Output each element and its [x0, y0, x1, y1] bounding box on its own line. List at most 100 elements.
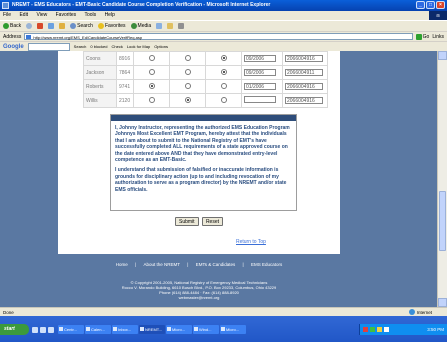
history-icon[interactable] — [156, 23, 163, 29]
phone-field[interactable]: 2066004916 — [285, 97, 323, 104]
zone-text: Internet — [416, 309, 432, 315]
footer-link-about[interactable]: About the NREMT — [144, 262, 181, 267]
table-row: Coons 8916 09/2006 2066004916 — [83, 51, 328, 66]
search-icon — [70, 23, 77, 29]
address-input[interactable]: http://www.nremt.org/EMS_Ed/CandidateCou… — [24, 33, 413, 40]
status-radio[interactable] — [220, 97, 227, 104]
quicklaunch-outlook-icon[interactable] — [48, 326, 54, 333]
status-radio[interactable] — [148, 97, 155, 104]
home-icon[interactable] — [59, 23, 66, 29]
maximize-button[interactable]: □ — [426, 1, 435, 9]
footer-link-emts[interactable]: EMTs & Candidates — [196, 262, 236, 267]
taskbar-button[interactable]: Micro... — [220, 325, 246, 334]
completion-date-field[interactable]: 09/2006 — [244, 69, 276, 76]
phone-field[interactable]: 2066004916 — [285, 83, 323, 90]
candidate-name: Willis — [83, 93, 117, 108]
scroll-up-button[interactable] — [438, 51, 447, 60]
menu-edit[interactable]: Edit — [19, 12, 28, 18]
taskbar-button[interactable]: Wind... — [193, 325, 219, 334]
quicklaunch-ie-icon[interactable] — [32, 326, 38, 333]
footer-link-home[interactable]: Home — [116, 262, 128, 267]
taskbar-button[interactable]: Centr... — [58, 325, 84, 334]
completion-date-field[interactable]: 01/2006 — [244, 83, 276, 90]
media-button[interactable]: Media — [130, 23, 151, 29]
footer-separator: | — [242, 262, 244, 267]
start-button[interactable]: start — [0, 324, 29, 335]
go-button[interactable]: Go — [415, 33, 429, 40]
back-button[interactable]: Back — [3, 23, 21, 29]
tray-icon[interactable] — [370, 327, 375, 332]
forward-arrow-icon[interactable] — [26, 23, 33, 29]
footer-link-educators[interactable]: EMS Educators — [251, 262, 282, 267]
attestation-warning: I understand that submission of falsifie… — [115, 167, 287, 193]
status-radio[interactable] — [220, 83, 227, 90]
google-lookfor-button[interactable]: Look for Map — [127, 44, 150, 49]
taskbar-button[interactable]: Inbox... — [112, 325, 138, 334]
google-options-button[interactable]: Options — [154, 44, 168, 49]
menu-favorites[interactable]: Favorites — [56, 12, 77, 18]
close-button[interactable]: × — [436, 1, 445, 9]
menu-file[interactable]: File — [3, 12, 11, 18]
vertical-scrollbar[interactable] — [437, 51, 447, 307]
window-titlebar[interactable]: NREMT - EMS Educators - EMT-Basic Candid… — [0, 0, 447, 11]
refresh-icon[interactable] — [48, 23, 55, 29]
clock[interactable]: 3:50 PM — [427, 324, 444, 335]
search-button[interactable]: Search — [70, 23, 93, 29]
google-blocked-button[interactable]: 0 blocked — [90, 44, 107, 49]
favorites-button[interactable]: Favorites — [97, 23, 126, 29]
status-radio[interactable] — [184, 55, 191, 62]
candidate-number: 2120 — [116, 93, 134, 108]
scroll-down-button[interactable] — [438, 298, 447, 307]
completion-date-field[interactable]: 09/2006 — [244, 55, 276, 62]
status-radio[interactable] — [220, 69, 227, 76]
phone-field[interactable]: 2066004911 — [285, 69, 323, 76]
tray-icon[interactable] — [363, 327, 368, 332]
google-search-input[interactable] — [27, 42, 70, 51]
status-radio[interactable] — [148, 83, 155, 90]
scroll-thumb[interactable] — [439, 191, 446, 251]
footer-separator: | — [187, 262, 189, 267]
tray-icon[interactable] — [384, 327, 389, 332]
status-radio[interactable] — [184, 69, 191, 76]
print-icon[interactable] — [178, 23, 185, 29]
page-icon — [26, 35, 32, 39]
system-tray: 3:50 PM — [359, 324, 447, 335]
tray-icon[interactable] — [377, 327, 382, 332]
menu-bar: File Edit View Favorites Tools Help ⊞ — [0, 11, 447, 20]
address-url: http://www.nremt.org/EMS_Ed/CandidateCou… — [33, 35, 143, 40]
table-row: Willis 2120 2066004916 — [83, 93, 328, 108]
candidate-number: 7864 — [116, 65, 134, 80]
minimize-button[interactable]: _ — [416, 1, 425, 9]
status-radio[interactable] — [148, 69, 155, 76]
completion-date-field[interactable] — [244, 96, 276, 103]
mail-icon[interactable] — [167, 23, 174, 29]
email-link[interactable]: webmaster@nremt.org — [58, 295, 340, 300]
return-to-top-link[interactable]: Return to Top — [236, 239, 266, 245]
taskbar-button[interactable]: NREMT... — [139, 325, 165, 334]
links-button[interactable]: Links — [432, 34, 444, 40]
menu-tools[interactable]: Tools — [84, 12, 96, 18]
menu-help[interactable]: Help — [105, 12, 115, 18]
candidate-number: 9741 — [116, 79, 134, 94]
status-radio[interactable] — [184, 83, 191, 90]
status-radio[interactable] — [148, 55, 155, 62]
stop-icon[interactable] — [37, 23, 44, 29]
status-radio[interactable] — [184, 97, 191, 104]
quicklaunch-desktop-icon[interactable] — [40, 326, 46, 333]
window-title: NREMT - EMS Educators - EMT-Basic Candid… — [12, 2, 271, 8]
task-list: Centr... Calen... Inbox... NREMT... Micro...… — [58, 325, 246, 334]
reset-button[interactable]: Reset — [201, 217, 223, 226]
footer-nav: Home | About the NREMT | EMTs & Candidat… — [58, 262, 340, 267]
google-search-button[interactable]: Search — [74, 44, 87, 49]
submit-button[interactable]: Submit — [174, 217, 199, 226]
standard-toolbar: Back Search Favorites Media — [0, 20, 447, 31]
phone-field[interactable]: 2066004916 — [285, 55, 323, 62]
taskbar-button[interactable]: Calen... — [85, 325, 111, 334]
back-arrow-icon — [3, 23, 9, 29]
google-logo[interactable]: Google — [3, 44, 24, 50]
menu-view[interactable]: View — [36, 12, 47, 18]
taskbar-button[interactable]: Micro... — [166, 325, 192, 334]
status-radio[interactable] — [220, 55, 227, 62]
candidate-name: Jackson — [83, 65, 117, 80]
google-check-button[interactable]: Check — [111, 44, 122, 49]
